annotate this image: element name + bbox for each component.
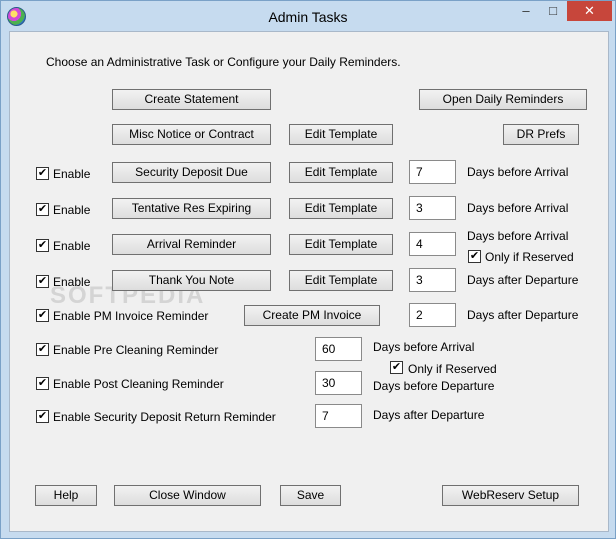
create-pm-invoice-button[interactable]: Create PM Invoice [244,305,380,326]
edit-template-misc-button[interactable]: Edit Template [289,124,393,145]
days-label: Days before Arrival [467,165,569,179]
days-field-security-deposit[interactable]: 7 [409,160,456,184]
enable-label: Enable [53,239,91,253]
enable-post-cleaning-checkbox[interactable]: ✔ [36,377,49,390]
edit-template-arrival-button[interactable]: Edit Template [289,234,393,255]
dr-prefs-button[interactable]: DR Prefs [503,124,579,145]
open-daily-reminders-button[interactable]: Open Daily Reminders [419,89,587,110]
enable-checkbox-security-deposit[interactable]: ✔ [36,167,49,180]
enable-pm-invoice-label: Enable PM Invoice Reminder [53,309,209,323]
edit-template-tentative-res-button[interactable]: Edit Template [289,198,393,219]
days-field-tentative-res[interactable]: 3 [409,196,456,220]
admin-tasks-window: Admin Tasks – □ ✕ SOFTPEDIA Choose an Ad… [0,0,616,539]
security-deposit-due-button[interactable]: Security Deposit Due [112,162,271,183]
help-button[interactable]: Help [35,485,97,506]
days-label: Days after Departure [467,273,579,287]
days-label: Days before Arrival [467,201,569,215]
days-field-pre-cleaning[interactable]: 60 [315,337,362,361]
enable-label: Enable [53,167,91,181]
days-field-arrival[interactable]: 4 [409,232,456,256]
days-label: Days after Departure [373,408,485,422]
enable-pre-cleaning-checkbox[interactable]: ✔ [36,343,49,356]
close-window-button[interactable]: Close Window [114,485,261,506]
only-if-reserved-label: Only if Reserved [408,362,497,376]
misc-notice-button[interactable]: Misc Notice or Contract [112,124,271,145]
enable-security-deposit-return-label: Enable Security Deposit Return Reminder [53,410,276,424]
create-statement-button[interactable]: Create Statement [112,89,271,110]
tentative-res-expiring-button[interactable]: Tentative Res Expiring [112,198,271,219]
days-field-pm-invoice[interactable]: 2 [409,303,456,327]
enable-security-deposit-return-checkbox[interactable]: ✔ [36,410,49,423]
days-field-post-cleaning[interactable]: 30 [315,371,362,395]
enable-pm-invoice-checkbox[interactable]: ✔ [36,309,49,322]
days-label: Days before Arrival [373,340,475,354]
enable-checkbox-arrival-reminder[interactable]: ✔ [36,239,49,252]
edit-template-thank-you-button[interactable]: Edit Template [289,270,393,291]
only-if-reserved-label: Only if Reserved [485,250,574,264]
enable-checkbox-tentative-res[interactable]: ✔ [36,203,49,216]
title-bar[interactable]: Admin Tasks – □ ✕ [1,1,615,31]
enable-label: Enable [53,275,91,289]
only-if-reserved-checkbox-arrival[interactable]: ✔ [468,250,481,263]
arrival-reminder-button[interactable]: Arrival Reminder [112,234,271,255]
days-label: Days before Arrival [467,229,569,243]
intro-text: Choose an Administrative Task or Configu… [46,55,401,69]
thank-you-note-button[interactable]: Thank You Note [112,270,271,291]
edit-template-security-deposit-button[interactable]: Edit Template [289,162,393,183]
only-if-reserved-checkbox-pre-cleaning[interactable]: ✔ [390,361,403,374]
enable-post-cleaning-label: Enable Post Cleaning Reminder [53,377,224,391]
save-button[interactable]: Save [280,485,341,506]
client-area: SOFTPEDIA Choose an Administrative Task … [9,31,609,532]
days-label: Days before Departure [373,379,495,393]
days-label: Days after Departure [467,308,579,322]
days-field-thank-you[interactable]: 3 [409,268,456,292]
minimize-button[interactable]: – [513,1,539,21]
close-button[interactable]: ✕ [567,1,612,21]
webreserv-setup-button[interactable]: WebReserv Setup [442,485,579,506]
enable-checkbox-thank-you[interactable]: ✔ [36,275,49,288]
enable-label: Enable [53,203,91,217]
days-field-security-deposit-return[interactable]: 7 [315,404,362,428]
enable-pre-cleaning-label: Enable Pre Cleaning Reminder [53,343,219,357]
maximize-button[interactable]: □ [540,1,566,21]
